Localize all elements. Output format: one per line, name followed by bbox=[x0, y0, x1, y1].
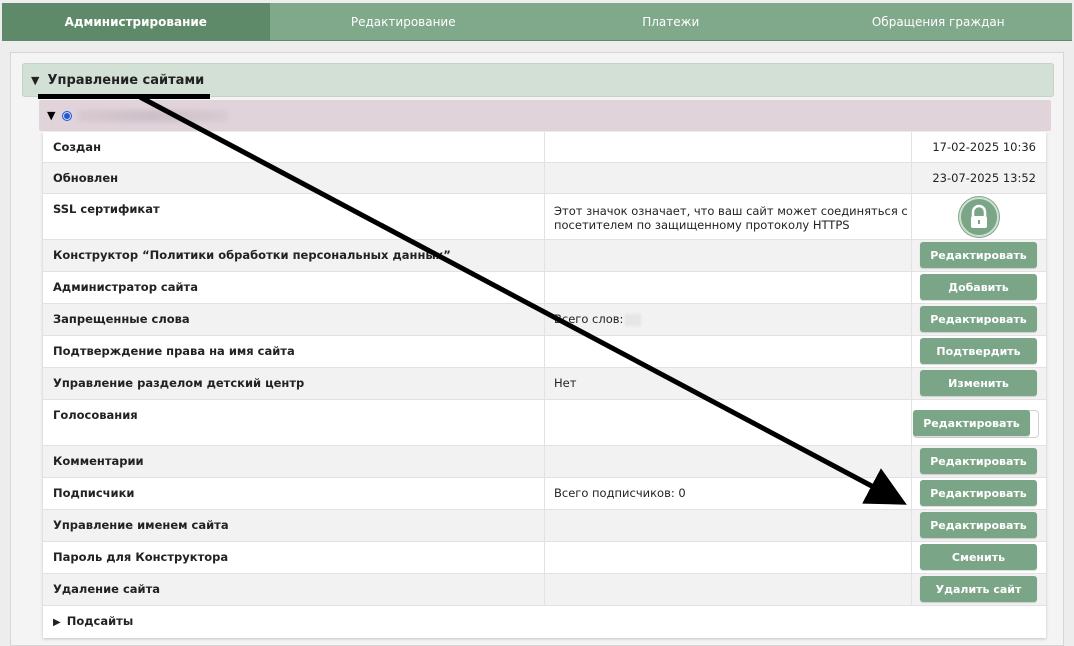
row-label: Пароль для Конструктора bbox=[53, 550, 229, 564]
row-value-cell: Редактировать bbox=[913, 240, 1046, 271]
row-description bbox=[544, 510, 912, 541]
collapse-triangle-icon: ▼ bbox=[31, 73, 40, 87]
table-row: Подтверждение права на имя сайта Подтвер… bbox=[43, 336, 1046, 368]
row-label: Обновлен bbox=[53, 171, 119, 185]
row-value-cell: Изменить bbox=[913, 368, 1046, 399]
site-name-redacted bbox=[78, 109, 229, 122]
row-description: Всего слов: bbox=[544, 304, 912, 335]
row-description bbox=[544, 446, 912, 477]
table-row: SSL сертификат Этот значок означает, что… bbox=[43, 194, 1046, 240]
row-description: Этот значок означает, что ваш сайт может… bbox=[544, 194, 912, 239]
add-admin-button[interactable]: Добавить bbox=[920, 274, 1037, 300]
row-value-cell: Подтвердить bbox=[913, 336, 1046, 367]
table-row: Удаление сайта Удалить сайт bbox=[43, 574, 1046, 606]
tab-citizen-requests[interactable]: Обращения граждан bbox=[805, 3, 1073, 40]
change-password-button[interactable]: Сменить bbox=[920, 544, 1037, 570]
row-label: Комментарии bbox=[53, 454, 144, 468]
row-label: Подписчики bbox=[53, 486, 135, 500]
row-value-cell: Сменить bbox=[913, 542, 1046, 573]
forbidden-words-count: Всего слов: bbox=[554, 312, 624, 326]
row-value-cell: Редактировать bbox=[913, 510, 1046, 541]
site-management-header[interactable]: ▼ Управление сайтами bbox=[22, 63, 1054, 97]
collapse-triangle-icon: ▼ bbox=[47, 109, 56, 122]
panel-title: Управление сайтами bbox=[47, 72, 205, 88]
row-value-cell: 23-07-2025 13:52 bbox=[913, 163, 1046, 193]
row-value-cell: Редактировать bbox=[913, 304, 1046, 335]
row-label: Управление разделом детский центр bbox=[53, 376, 305, 390]
table-row: Комментарии Редактировать bbox=[43, 446, 1046, 478]
table-row: Управление именем сайта Редактировать bbox=[43, 510, 1046, 542]
tab-payments[interactable]: Платежи bbox=[537, 3, 805, 40]
top-tabs: Администрирование Редактирование Платежи… bbox=[2, 3, 1072, 41]
row-label: Конструктор “Политики обработки персонал… bbox=[53, 248, 451, 262]
subsites-toggle: ▶ Подсайты bbox=[53, 614, 133, 628]
tab-administration[interactable]: Администрирование bbox=[2, 3, 270, 40]
edit-site-name-button[interactable]: Редактировать bbox=[920, 512, 1037, 538]
expand-triangle-icon: ▶ bbox=[53, 617, 61, 628]
row-value-cell: 17-02-2025 10:36 bbox=[913, 132, 1046, 162]
annotation-underline bbox=[38, 94, 210, 99]
delete-site-button[interactable]: Удалить сайт bbox=[920, 576, 1037, 602]
tab-editing[interactable]: Редактирование bbox=[270, 3, 538, 40]
created-date: 17-02-2025 10:36 bbox=[932, 140, 1036, 154]
row-value-cell: Редактировать bbox=[913, 446, 1046, 477]
row-label: Администратор сайта bbox=[53, 280, 198, 294]
site-settings-table: Создан 17-02-2025 10:36 Обновлен 23-07-2… bbox=[43, 132, 1046, 638]
subsites-label: Подсайты bbox=[66, 614, 134, 628]
row-value-cell bbox=[913, 194, 1046, 239]
table-row: Обновлен 23-07-2025 13:52 bbox=[43, 163, 1046, 194]
row-description bbox=[544, 336, 912, 367]
row-description bbox=[544, 132, 912, 162]
edit-voting-button[interactable]: Редактировать bbox=[913, 410, 1030, 436]
edit-privacy-policy-button[interactable]: Редактировать bbox=[920, 242, 1037, 268]
site-header[interactable]: ▼ bbox=[39, 100, 1051, 131]
row-label: Создан bbox=[53, 140, 102, 154]
table-row: Конструктор “Политики обработки персонал… bbox=[43, 240, 1046, 272]
row-label: Удаление сайта bbox=[53, 582, 161, 596]
table-row: Голосования Редактировать bbox=[43, 400, 1046, 446]
row-description bbox=[544, 400, 912, 445]
row-description bbox=[544, 163, 912, 193]
table-row: Администратор сайта Добавить bbox=[43, 272, 1046, 304]
edit-comments-button[interactable]: Редактировать bbox=[920, 448, 1037, 474]
row-value-cell: Удалить сайт bbox=[913, 574, 1046, 605]
row-label: Управление именем сайта bbox=[53, 518, 229, 532]
row-description bbox=[544, 574, 912, 605]
change-kids-center-button[interactable]: Изменить bbox=[920, 370, 1037, 396]
confirm-domain-button[interactable]: Подтвердить bbox=[920, 338, 1037, 364]
row-description bbox=[544, 542, 912, 573]
row-value-cell: Редактировать bbox=[913, 400, 1046, 445]
row-description: Нет bbox=[544, 368, 912, 399]
subsites-row[interactable]: ▶ Подсайты bbox=[43, 606, 1046, 638]
lock-icon bbox=[959, 197, 999, 237]
edit-forbidden-words-button[interactable]: Редактировать bbox=[920, 306, 1037, 332]
row-description: Всего подписчиков: 0 bbox=[544, 478, 912, 509]
row-label: Голосования bbox=[53, 408, 138, 422]
voting-toggle[interactable]: Редактировать bbox=[913, 410, 1039, 438]
row-value-cell: Добавить bbox=[913, 272, 1046, 303]
table-row: Управление разделом детский центр Нет Из… bbox=[43, 368, 1046, 400]
row-description bbox=[544, 240, 912, 271]
site-radio-icon[interactable] bbox=[62, 110, 73, 121]
row-description bbox=[544, 272, 912, 303]
table-row: Создан 17-02-2025 10:36 bbox=[43, 132, 1046, 163]
redacted-count bbox=[625, 313, 642, 326]
table-row: Запрещенные слова Всего слов: Редактиров… bbox=[43, 304, 1046, 336]
table-row: Пароль для Конструктора Сменить bbox=[43, 542, 1046, 574]
row-value-cell: Редактировать bbox=[913, 478, 1046, 509]
table-row: Подписчики Всего подписчиков: 0 Редактир… bbox=[43, 478, 1046, 510]
row-label: SSL сертификат bbox=[53, 202, 160, 216]
updated-date: 23-07-2025 13:52 bbox=[932, 171, 1036, 185]
row-label: Запрещенные слова bbox=[53, 312, 190, 326]
row-label: Подтверждение права на имя сайта bbox=[53, 344, 295, 358]
edit-subscribers-button[interactable]: Редактировать bbox=[920, 480, 1037, 506]
